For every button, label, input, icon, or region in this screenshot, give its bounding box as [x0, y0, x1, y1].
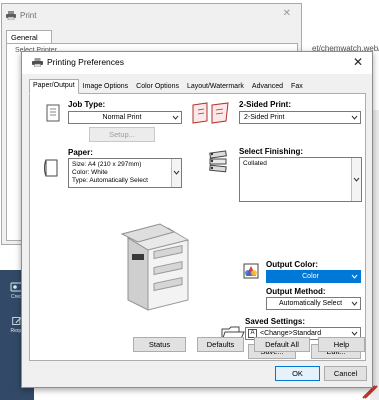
ok-button[interactable]: OK [275, 366, 320, 381]
printer-icon [6, 10, 16, 20]
defaults-button[interactable]: Defaults [197, 337, 244, 352]
finishing-stack-icon [209, 150, 227, 173]
chevron-down-icon [172, 115, 179, 120]
dialog-title: Printing Preferences [32, 57, 124, 67]
chevron-down-icon [351, 331, 358, 336]
tab-fax[interactable]: Fax [287, 80, 307, 93]
finishing-value: Collated [243, 160, 267, 167]
paper-icon [44, 159, 58, 177]
help-button[interactable]: Help [318, 337, 365, 352]
output-color-label: Output Color: [266, 260, 318, 269]
paper-dropdown-button[interactable] [171, 159, 181, 187]
tab-image-options[interactable]: Image Options [79, 80, 133, 93]
tab-strip: Paper/Output Image Options Color Options… [29, 79, 307, 94]
status-button[interactable]: Status [133, 337, 186, 352]
tab-paper-output[interactable]: Paper/Output [29, 79, 79, 94]
select-finishing-label: Select Finishing: [239, 147, 304, 156]
setup-button[interactable]: Setup... [89, 127, 155, 142]
job-type-label: Job Type: [68, 100, 106, 109]
saved-settings-label: Saved Settings: [245, 317, 306, 326]
printer-icon [32, 57, 43, 67]
tab-general[interactable]: General [6, 30, 52, 44]
chevron-down-icon [351, 301, 358, 306]
job-type-icon [46, 104, 60, 122]
finishing-list[interactable]: Collated [239, 157, 362, 202]
tab-advanced[interactable]: Advanced [248, 80, 287, 93]
title-bar[interactable]: Printing Preferences ✕ [22, 52, 372, 74]
chevron-down-icon [351, 115, 358, 120]
two-sided-print-label: 2-Sided Print: [239, 100, 292, 109]
output-method-value: Automatically Select [278, 300, 343, 307]
chevron-down-icon [353, 177, 360, 182]
paper-output-panel: Job Type: Normal Print Setup... 2-Sided … [29, 93, 366, 361]
paper-color-text: Color: White [72, 169, 108, 176]
chevron-down-icon [173, 170, 180, 175]
two-sided-print-icon [192, 102, 229, 124]
close-icon[interactable]: ✕ [283, 8, 291, 19]
job-type-value: Normal Print [102, 114, 142, 121]
paper-size-text: Size: A4 (210 x 297mm) [72, 161, 142, 168]
tab-layout-watermark[interactable]: Layout/Watermark [183, 80, 248, 93]
chevron-down-icon [351, 274, 358, 279]
paper-summary-box[interactable]: Size: A4 (210 x 297mm) Color: White Type… [68, 158, 182, 188]
tab-color-options[interactable]: Color Options [132, 80, 183, 93]
cancel-button[interactable]: Cancel [324, 366, 367, 381]
printer-illustration-icon [120, 223, 190, 311]
paper-type-text: Type: Automatically Select [72, 177, 148, 184]
print-dialog-title-text: Print [20, 10, 37, 20]
default-all-button[interactable]: Default All [254, 337, 310, 352]
output-color-value: Color [302, 273, 319, 280]
job-type-select[interactable]: Normal Print [68, 111, 182, 124]
two-sided-print-value: 2-Sided Print [244, 114, 285, 121]
paper-label: Paper: [68, 148, 93, 157]
printing-preferences-dialog: Printing Preferences ✕ Paper/Output Imag… [21, 51, 373, 388]
output-method-select[interactable]: Automatically Select [266, 297, 361, 310]
close-icon[interactable]: ✕ [353, 55, 363, 69]
output-method-label: Output Method: [266, 287, 326, 296]
output-color-select[interactable]: Color [266, 270, 361, 283]
saved-settings-value: <Change>Standard [260, 330, 322, 337]
two-sided-print-select[interactable]: 2-Sided Print [239, 111, 361, 124]
finishing-dropdown-button[interactable] [351, 158, 361, 201]
output-color-icon [243, 263, 259, 279]
print-dialog-title: Print [6, 7, 36, 23]
dialog-title-text: Printing Preferences [47, 57, 125, 67]
